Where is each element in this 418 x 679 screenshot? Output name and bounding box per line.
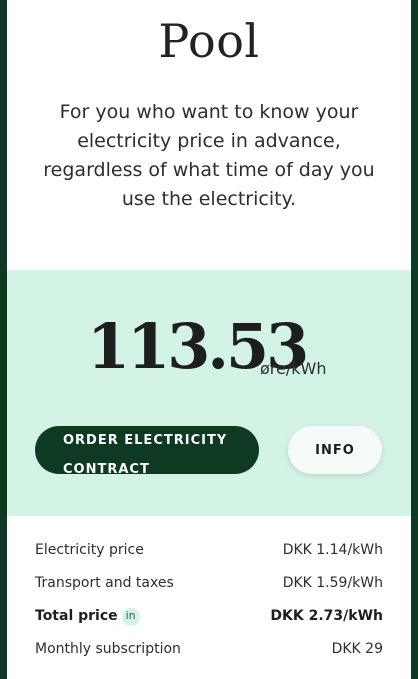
table-row: Transport and taxes DKK 1.59/kWh [35, 575, 383, 608]
price-section: 113.53 øre/kWh ORDER ELECTRICITY CONTRAC… [7, 270, 411, 516]
row-value: DKK 1.59/kWh [282, 575, 383, 591]
product-title: Pool [158, 14, 260, 68]
row-value: DKK 1.14/kWh [282, 542, 383, 558]
row-value: DKK 29 [331, 641, 383, 657]
order-contract-button[interactable]: ORDER ELECTRICITY CONTRACT [35, 426, 259, 477]
info-button[interactable]: INFO [288, 426, 382, 474]
row-label: Monthly subscription [35, 641, 181, 657]
price-breakdown: Electricity price DKK 1.14/kWh Transport… [35, 542, 383, 674]
product-description: For you who want to know your electricit… [43, 101, 375, 210]
table-row: Monthly subscription DKK 29 [35, 641, 383, 674]
row-value: DKK 2.73/kWh [270, 608, 383, 624]
row-label-wrap: Total price in [35, 608, 140, 641]
table-row-total: Total price in DKK 2.73/kWh [35, 608, 383, 641]
row-label: Electricity price [35, 542, 144, 558]
product-card: Pool For you who want to know your elect… [7, 0, 411, 679]
row-label: Total price [35, 608, 118, 624]
info-icon[interactable]: in [121, 608, 140, 626]
price-unit: øre/kWh [260, 359, 327, 378]
row-label: Transport and taxes [35, 575, 174, 591]
table-row: Electricity price DKK 1.14/kWh [35, 542, 383, 575]
